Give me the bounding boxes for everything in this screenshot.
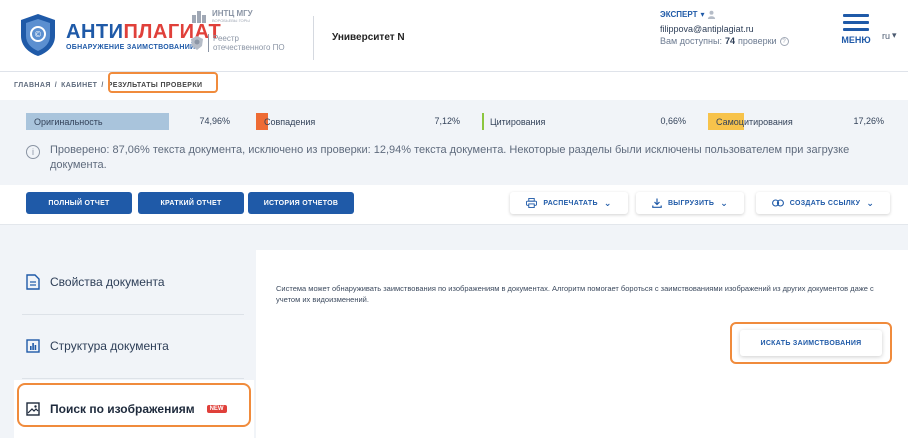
breadcrumb-home[interactable]: ГЛАВНАЯ [14, 82, 51, 89]
full-report-button[interactable]: ПОЛНЫЙ ОТЧЕТ [26, 192, 132, 214]
short-report-button[interactable]: КРАТКИЙ ОТЧЕТ [138, 192, 244, 214]
language-selector[interactable]: ru ▾ [882, 30, 897, 41]
check-info: i Проверено: 87,06% текста документа, ис… [26, 143, 876, 173]
download-icon [652, 198, 662, 208]
help-icon[interactable]: ? [779, 36, 789, 46]
stat-matches[interactable]: Совпадения 7,12% [256, 113, 466, 130]
partner-registry: Реестр отечественного ПО [190, 34, 285, 52]
create-link-button[interactable]: СОЗДАТЬ ССЫЛКУ ⌄ [756, 192, 890, 214]
export-button[interactable]: ВЫГРУЗИТЬ ⌄ [636, 192, 744, 214]
document-icon [26, 274, 40, 290]
print-button[interactable]: РАСПЕЧАТАТЬ ⌄ [510, 192, 628, 214]
stat-self-citations[interactable]: Самоцитирования 17,26% [708, 113, 890, 130]
highlight-search-button [730, 322, 892, 364]
svg-text:©: © [34, 30, 42, 39]
check-info-text: Проверено: 87,06% текста документа, искл… [50, 144, 850, 171]
msu-building-icon [192, 10, 206, 23]
hamburger-icon [843, 14, 869, 17]
report-history-button[interactable]: ИСТОРИЯ ОТЧЕТОВ [248, 192, 354, 214]
sidebar-divider [22, 314, 244, 315]
header-divider [313, 16, 314, 60]
coat-of-arms-icon [191, 36, 203, 50]
menu-button[interactable]: МЕНЮ [838, 14, 874, 45]
sidebar-item-document-properties[interactable]: Свойства документа [14, 252, 254, 312]
info-icon: i [26, 145, 40, 159]
link-icon [771, 199, 784, 207]
partner-intc-msu: ИНТЦ МГУ ВОРОБЬЕВЫ ГОРЫ [190, 10, 253, 23]
university-name: Университет N [332, 32, 405, 43]
stat-originality[interactable]: Оригинальность 74,96% [26, 113, 236, 130]
image-search-description: Система может обнаруживать заимствования… [276, 284, 874, 304]
chevron-down-icon: ⌄ [720, 197, 729, 208]
highlight-breadcrumb-current [108, 72, 218, 93]
structure-icon [26, 339, 40, 353]
sidebar-divider [22, 378, 244, 379]
available-checks: Вам доступны: 74 проверки ? [660, 36, 789, 46]
header: © АНТИПЛАГИАТ ОБНАРУЖЕНИЕ ЗАИМСТВОВАНИЙ … [0, 0, 908, 72]
highlight-image-search [17, 383, 251, 427]
antiplagiat-shield-logo-icon[interactable]: © [18, 12, 58, 58]
user-email: filippova@antiplagiat.ru [660, 24, 754, 34]
sidebar-item-document-structure[interactable]: Структура документа [14, 316, 254, 376]
chevron-down-icon: ▾ [892, 30, 897, 40]
stat-citations[interactable]: Цитирования 0,66% [482, 113, 692, 130]
chevron-down-icon: ⌄ [866, 197, 875, 208]
chevron-down-icon: ⌄ [603, 197, 612, 208]
breadcrumb-cabinet[interactable]: КАБИНЕТ [61, 82, 97, 89]
chevron-down-icon: ▾ [700, 10, 705, 19]
user-icon [708, 10, 716, 19]
user-role-dropdown[interactable]: ЭКСПЕРТ ▾ [660, 10, 716, 19]
printer-icon [526, 198, 538, 208]
